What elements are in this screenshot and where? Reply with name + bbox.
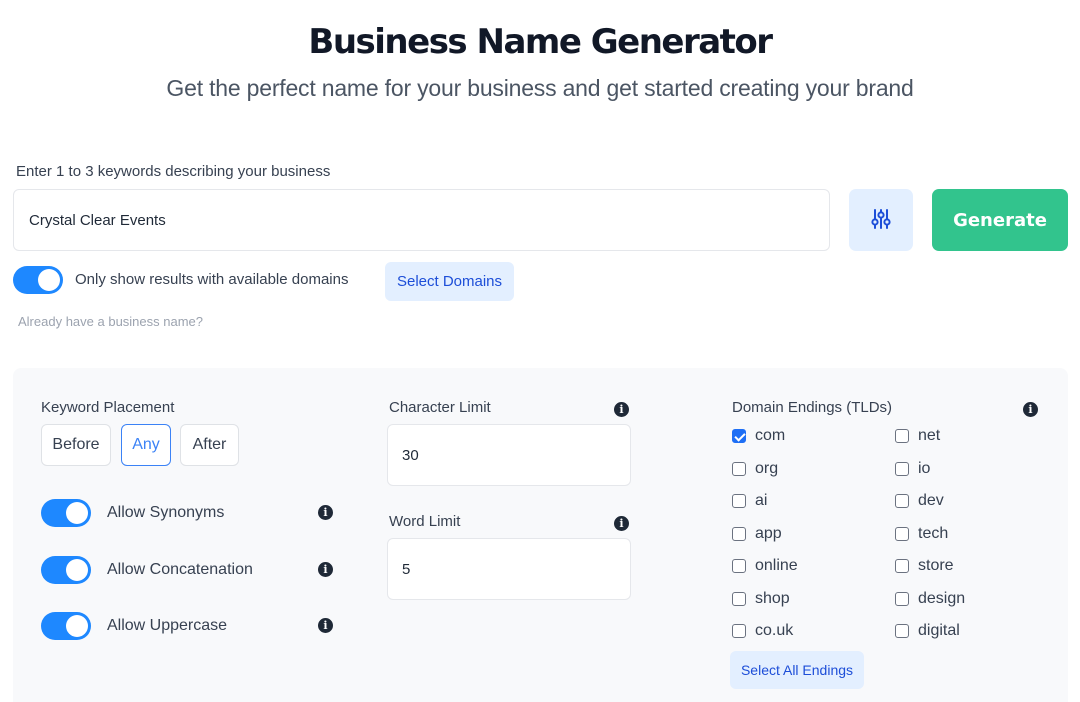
tld-checkbox[interactable] (732, 526, 746, 541)
tld-option-org[interactable]: org (732, 460, 778, 478)
tld-checkbox[interactable] (732, 559, 746, 573)
filter-settings-button[interactable] (849, 189, 913, 251)
toggle-knob (38, 269, 60, 291)
tld-option-com[interactable]: com (732, 427, 785, 445)
tld-label: com (755, 427, 786, 444)
word-limit-input[interactable] (387, 538, 631, 600)
tld-checkbox[interactable] (895, 526, 909, 541)
keyword-placement-label: Keyword Placement (41, 399, 175, 416)
tld-option-co-uk[interactable]: co.uk (732, 622, 793, 640)
toggle-knob (66, 502, 88, 524)
info-icon[interactable]: i (318, 562, 333, 577)
keywords-label: Enter 1 to 3 keywords describing your bu… (16, 163, 331, 180)
toggle-knob (66, 559, 88, 581)
tld-option-io[interactable]: io (895, 460, 930, 478)
tld-checkbox[interactable] (732, 624, 746, 638)
allow-synonyms-toggle[interactable] (41, 499, 91, 527)
tld-label: dev (918, 492, 944, 509)
tld-label: store (918, 557, 954, 574)
tld-label: io (918, 459, 931, 477)
tld-label: org (755, 459, 779, 477)
select-all-endings-button[interactable]: Select All Endings (730, 651, 864, 689)
generate-button[interactable]: Generate (932, 189, 1068, 251)
tld-label: digital (918, 622, 960, 639)
placement-before-button[interactable]: Before (41, 424, 111, 466)
tld-option-app[interactable]: app (732, 525, 782, 543)
tld-checkbox[interactable] (895, 461, 909, 476)
info-icon[interactable]: i (614, 402, 629, 417)
allow-uppercase-label: Allow Uppercase (107, 617, 228, 634)
tld-checkbox[interactable] (732, 494, 746, 508)
tld-checkbox[interactable] (895, 429, 909, 443)
already-have-name-link[interactable]: Already have a business name? (18, 314, 203, 329)
tld-checkbox[interactable] (732, 461, 746, 476)
tld-label: shop (755, 589, 790, 607)
tld-option-online[interactable]: online (732, 557, 798, 575)
placement-any-button[interactable]: Any (121, 424, 171, 466)
tld-checkbox[interactable] (895, 494, 909, 508)
tld-option-design[interactable]: design (895, 590, 965, 608)
tld-checkbox[interactable] (732, 591, 746, 606)
tld-label: online (755, 557, 798, 574)
placement-after-button[interactable]: After (180, 424, 239, 466)
tld-checkbox[interactable] (895, 591, 909, 606)
info-icon[interactable]: i (1023, 402, 1038, 417)
allow-uppercase-toggle[interactable] (41, 612, 91, 640)
tld-option-ai[interactable]: ai (732, 492, 767, 510)
toggle-knob (66, 615, 88, 637)
domain-endings-label: Domain Endings (TLDs) (732, 399, 893, 416)
info-icon[interactable]: i (318, 505, 333, 520)
allow-concatenation-label: Allow Concatenation (107, 561, 253, 578)
tld-checkbox[interactable] (732, 429, 746, 443)
word-limit-label: Word Limit (389, 513, 461, 530)
tld-checkbox[interactable] (895, 624, 909, 638)
page-subtitle: Get the perfect name for your business a… (166, 75, 914, 101)
allow-synonyms-label: Allow Synonyms (107, 504, 225, 521)
tld-option-digital[interactable]: digital (895, 622, 960, 640)
available-domains-toggle[interactable] (13, 266, 63, 294)
allow-concatenation-toggle[interactable] (41, 556, 91, 584)
available-domains-label: Only show results with available domains (75, 271, 349, 288)
sliders-icon (871, 208, 891, 233)
keywords-input[interactable] (13, 189, 830, 251)
tld-label: tech (918, 524, 949, 542)
tld-option-store[interactable]: store (895, 557, 954, 575)
character-limit-input[interactable] (387, 424, 631, 486)
tld-label: net (918, 427, 941, 444)
tld-option-shop[interactable]: shop (732, 590, 790, 608)
character-limit-label: Character Limit (389, 399, 491, 416)
tld-option-net[interactable]: net (895, 427, 940, 445)
tld-label: design (918, 589, 966, 607)
tld-checkbox[interactable] (895, 559, 909, 573)
tld-option-tech[interactable]: tech (895, 525, 948, 543)
tld-label: app (755, 524, 782, 542)
page-title: Business Name Generator (308, 22, 773, 62)
info-icon[interactable]: i (318, 618, 333, 633)
tld-option-dev[interactable]: dev (895, 492, 944, 510)
tld-label: co.uk (755, 622, 794, 639)
info-icon[interactable]: i (614, 516, 629, 531)
select-domains-button[interactable]: Select Domains (385, 262, 514, 301)
tld-label: ai (755, 492, 768, 509)
